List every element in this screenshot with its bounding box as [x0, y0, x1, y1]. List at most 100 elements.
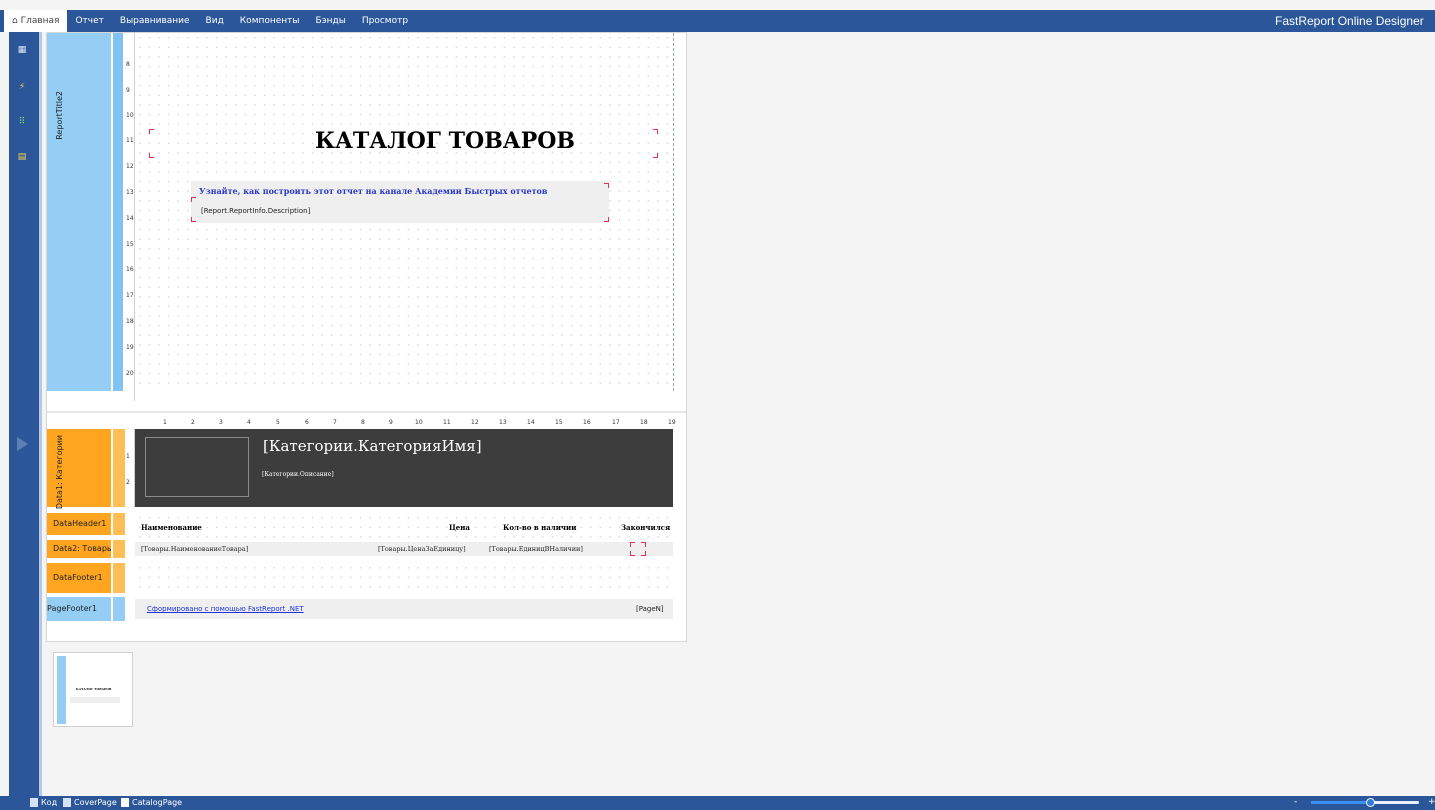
zoom-slider[interactable] [1311, 798, 1419, 807]
column-header-stock[interactable]: Кол-во в наличии [503, 523, 576, 532]
category-description-field[interactable]: [Категории.Описание] [262, 471, 334, 478]
tab-catalogpage[interactable]: CatalogPage [121, 798, 182, 807]
menu-view[interactable]: Вид [198, 10, 232, 32]
sidebar-splitter[interactable] [39, 32, 42, 796]
ruler-mark: 19 [668, 419, 676, 426]
zoom-slider-handle[interactable] [1366, 798, 1376, 807]
ruler-mark: 10 [415, 419, 423, 426]
tab-coverpage[interactable]: CoverPage [63, 798, 117, 807]
band-strip-reporttitle[interactable] [47, 33, 111, 391]
lightning-icon[interactable]: ⚡ [17, 82, 27, 92]
grid-icon[interactable]: ▦ [17, 45, 27, 55]
category-header-band[interactable]: [Категории.КатегорияИмя] [Категории.Опис… [135, 429, 673, 507]
menu-home-label: Главная [20, 16, 60, 26]
note-icon[interactable]: ▤ [17, 152, 27, 162]
tab-code-label: Код [41, 798, 58, 807]
ruler-mark: 16 [583, 419, 591, 426]
data-header-band[interactable] [135, 513, 673, 539]
thumbnail-title: КАТАЛОГ ТОВАРОВ [76, 687, 112, 691]
tree-icon[interactable]: ⠿ [17, 117, 27, 127]
column-header-price[interactable]: Цена [449, 523, 470, 532]
description-field[interactable]: [Report.ReportInfo.Description] [201, 207, 310, 215]
column-header-discontinued[interactable]: Закончился [621, 523, 670, 532]
band-label-pagefooter[interactable]: PageFooter1 [47, 597, 111, 621]
ruler-mark: 16 [126, 266, 134, 273]
page-icon [63, 798, 71, 807]
info-box[interactable]: Узнайте, как построить этот отчет на кан… [191, 181, 609, 223]
thumbnail-band-strip [57, 656, 66, 724]
ruler-mark: 14 [527, 419, 535, 426]
info-link-text[interactable]: Узнайте, как построить этот отчет на кан… [199, 186, 547, 196]
page-icon [121, 798, 129, 807]
report-workspace: ReportTitle2 8 9 10 11 12 13 14 15 16 17… [46, 32, 687, 642]
ruler-mark: 13 [499, 419, 507, 426]
selection-corner [191, 217, 196, 222]
band-label-datafooter[interactable]: DataFooter1 [47, 563, 111, 593]
tab-catalogpage-label: CatalogPage [132, 798, 183, 807]
ruler-mark: 14 [126, 215, 134, 222]
ruler-mark: 5 [276, 419, 280, 426]
checkbox-corner [641, 551, 646, 556]
ruler-mark: 18 [126, 318, 134, 325]
category-name-field[interactable]: [Категории.КатегорияИмя] [263, 437, 482, 455]
ruler-mark: 9 [126, 87, 130, 94]
menu-report[interactable]: Отчет [67, 10, 111, 32]
footer-fastreport-link[interactable]: Сформировано с помощью FastReport .NET [147, 605, 304, 613]
band-label-data1: Data1: Категории [55, 435, 64, 510]
band-label-data2[interactable]: Data2: Товары [47, 540, 111, 558]
ruler-mark: 15 [555, 419, 563, 426]
cell-units-in-stock[interactable]: [Товары.ЕдиницВНаличии] [489, 545, 583, 553]
ruler-mark: 18 [640, 419, 648, 426]
ruler-mark: 4 [247, 419, 251, 426]
menu-bands[interactable]: Бэнды [308, 10, 354, 32]
selection-corner [653, 129, 658, 134]
page-thumbnail[interactable]: КАТАЛОГ ТОВАРОВ [53, 652, 133, 727]
home-icon: ⌂ [12, 16, 18, 26]
ruler-mark: 3 [219, 419, 223, 426]
ruler-mark: 2 [126, 479, 130, 486]
ruler-mark: 17 [126, 292, 134, 299]
page-separator [47, 411, 686, 413]
ruler-mark: 9 [389, 419, 393, 426]
band-strip-dataheader-inner [113, 513, 125, 535]
zoom-out-button[interactable]: - [1294, 797, 1297, 807]
report-title-text[interactable]: КАТАЛОГ ТОВАРОВ [265, 128, 625, 154]
left-sidebar: ▦ ⚡ ⠿ ▤ [9, 32, 39, 796]
selection-corner [653, 153, 658, 158]
column-header-name[interactable]: Наименование [141, 523, 202, 532]
selection-corner [604, 183, 609, 188]
page-number-field[interactable]: [PageN] [636, 605, 664, 613]
ruler-mark: 1 [126, 453, 130, 460]
ruler-mark: 13 [126, 189, 134, 196]
ruler-mark: 7 [333, 419, 337, 426]
menu-alignment[interactable]: Выравнивание [112, 10, 198, 32]
thumbnail-info-box [70, 697, 120, 703]
cell-unit-price[interactable]: [Товары.ЦенаЗаЕдиницу] [378, 545, 466, 553]
vertical-ruler-cover: 8 9 10 11 12 13 14 15 16 17 18 19 20 [125, 33, 135, 401]
zoom-in-button[interactable]: + [1428, 797, 1435, 807]
band-strip-datafooter-inner [113, 563, 125, 593]
ruler-mark: 10 [126, 112, 134, 119]
checkbox-corner [630, 542, 635, 547]
cell-product-name[interactable]: [Товары.НаименованиеТовара] [141, 545, 248, 553]
tab-code[interactable]: Код [30, 798, 57, 807]
menu-home[interactable]: ⌂ Главная [4, 10, 68, 32]
band-label-reporttitle: ReportTitle2 [55, 91, 64, 140]
band-label-dataheader[interactable]: DataHeader1 [47, 513, 111, 535]
ruler-mark: 17 [612, 419, 620, 426]
cover-page-canvas[interactable]: КАТАЛОГ ТОВАРОВ Узнайте, как построить э… [135, 33, 673, 391]
category-picture[interactable] [145, 437, 249, 497]
band-strip-data2-inner [113, 540, 125, 558]
code-icon [30, 798, 38, 807]
checkbox-corner [630, 551, 635, 556]
ruler-mark: 8 [126, 61, 130, 68]
band-strip-reporttitle-inner [113, 33, 123, 391]
bottom-tab-bar: Код CoverPage CatalogPage - + [0, 796, 1435, 810]
ruler-mark: 20 [126, 370, 134, 377]
expand-panel-icon[interactable] [17, 437, 28, 451]
data-footer-band[interactable] [135, 563, 673, 593]
horizontal-ruler: 1 2 3 4 5 6 7 8 9 10 11 12 13 14 15 16 1… [137, 417, 677, 429]
main-menu: ⌂ Главная Отчет Выравнивание Вид Компоне… [0, 10, 416, 32]
menu-components[interactable]: Компоненты [232, 10, 308, 32]
menu-preview[interactable]: Просмотр [354, 10, 416, 32]
